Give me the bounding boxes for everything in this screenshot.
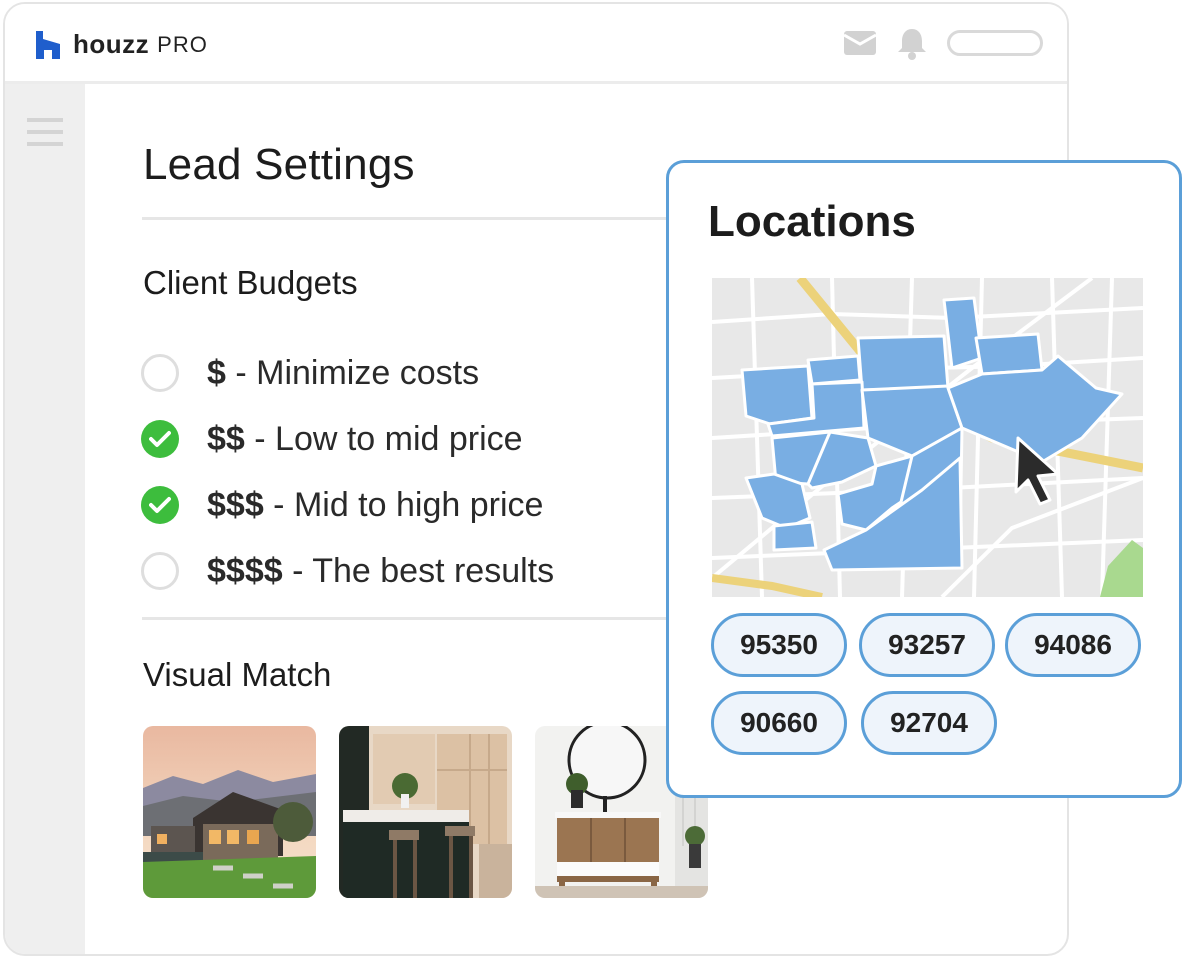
- sidebar: [5, 84, 85, 954]
- budget-symbol: $$: [207, 419, 245, 458]
- budget-option-3[interactable]: $$$ - Mid to high price: [141, 472, 554, 538]
- budget-description: - The best results: [282, 551, 555, 590]
- budget-symbol: $: [207, 353, 226, 392]
- mail-icon[interactable]: [843, 30, 877, 56]
- budget-symbol: $$$: [207, 485, 264, 524]
- budget-description: - Mid to high price: [263, 485, 544, 524]
- budget-checkbox[interactable]: [141, 552, 179, 590]
- divider: [142, 217, 702, 220]
- budget-symbol: $$$$: [207, 551, 283, 590]
- locations-card: Locations 95350 93257 94086 90660 92704: [666, 160, 1182, 798]
- budget-label: $$$ - Mid to high price: [207, 486, 543, 525]
- budget-description: - Minimize costs: [225, 353, 480, 392]
- budget-option-1[interactable]: $ - Minimize costs: [141, 340, 554, 406]
- budget-label: $ - Minimize costs: [207, 354, 479, 393]
- locations-heading: Locations: [708, 197, 916, 246]
- client-budgets-heading: Client Budgets: [143, 264, 358, 301]
- zip-chip[interactable]: 95350: [711, 613, 847, 677]
- bell-icon[interactable]: [895, 26, 929, 60]
- zip-chip[interactable]: 92704: [861, 691, 997, 755]
- brand-suffix: PRO: [157, 31, 208, 57]
- budget-checkbox-checked[interactable]: [141, 420, 179, 458]
- brand-name: houzz: [73, 29, 150, 59]
- budget-option-2[interactable]: $$ - Low to mid price: [141, 406, 554, 472]
- budget-checkbox-checked[interactable]: [141, 486, 179, 524]
- zip-chip[interactable]: 94086: [1005, 613, 1141, 677]
- service-area-map[interactable]: [712, 278, 1143, 597]
- kitchen-image[interactable]: [339, 726, 512, 898]
- houzz-pro-logo[interactable]: houzz PRO: [35, 29, 208, 60]
- account-pill[interactable]: [947, 30, 1043, 56]
- hamburger-icon[interactable]: [27, 116, 63, 148]
- top-bar: houzz PRO: [5, 4, 1067, 84]
- budget-label: $$ - Low to mid price: [207, 420, 523, 459]
- zip-chip[interactable]: 93257: [859, 613, 995, 677]
- zip-chip[interactable]: 90660: [711, 691, 847, 755]
- budget-options: $ - Minimize costs $$ - Low to mid price…: [141, 340, 554, 604]
- visual-match-images: [143, 726, 731, 898]
- budget-checkbox[interactable]: [141, 354, 179, 392]
- budget-description: - Low to mid price: [244, 419, 523, 458]
- visual-match-heading: Visual Match: [143, 656, 332, 693]
- checkmark-icon: [149, 431, 171, 447]
- budget-option-4[interactable]: $$$$ - The best results: [141, 538, 554, 604]
- house-exterior-image[interactable]: [143, 726, 316, 898]
- houzz-logo-icon: [36, 30, 60, 59]
- divider: [142, 617, 702, 620]
- budget-label: $$$$ - The best results: [207, 552, 554, 591]
- page-title: Lead Settings: [143, 140, 415, 189]
- checkmark-icon: [149, 497, 171, 513]
